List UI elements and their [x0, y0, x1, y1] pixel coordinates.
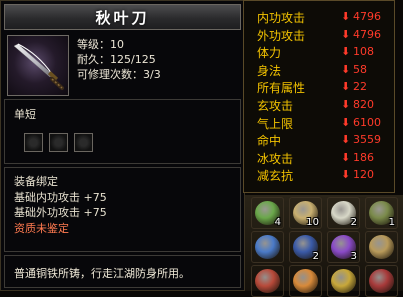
attribute-value: 6100 — [353, 115, 381, 129]
inventory-slot[interactable] — [289, 265, 322, 297]
item-description: 普通铜铁所铸，行走江湖防身所用。 — [14, 267, 190, 280]
attribute-value: 4796 — [353, 10, 381, 23]
inventory-slot[interactable]: 4 — [251, 197, 284, 229]
inventory-slot[interactable]: 3 — [327, 231, 360, 263]
golden-ring-icon — [331, 269, 356, 293]
attribute-row: 命中 ⬇ 3559 — [244, 131, 394, 148]
bonus-section: 装备绑定 基础内功攻击 +75 基础外功攻击 +75 资质未鉴定 — [4, 167, 241, 252]
attribute-name: 命中 — [257, 134, 282, 149]
down-arrow-icon: ⬇ — [341, 62, 351, 76]
bonus-outer-attack: 基础外功攻击 +75 — [14, 206, 107, 219]
attribute-value: 22 — [353, 80, 367, 94]
description-section: 普通铜铁所铸，行走江湖防身所用。 — [4, 255, 241, 288]
attribute-name: 玄攻击 — [257, 99, 294, 113]
item-count: 2 — [312, 251, 319, 262]
item-count: 4 — [274, 217, 281, 228]
item-stats: 等级：10 耐久：125/125 可修理次数：3/3 — [77, 37, 161, 82]
attribute-row: 体力 ⬇ 108 — [244, 43, 394, 60]
attribute-value: 4796 — [353, 27, 381, 41]
inventory-slot[interactable]: 2 — [327, 197, 360, 229]
attribute-compare-panel: 内功攻击 ⬇ 4796 外功攻击 ⬇ 4796 体力 ⬇ 108 身法 ⬇ 58 所有属性 ⬇ 22 玄攻击 ⬇… — [243, 0, 395, 193]
item-repair-count: 可修理次数：3/3 — [77, 68, 161, 81]
attribute-name: 外功攻击 — [257, 28, 306, 43]
gem-slot-2[interactable] — [49, 133, 68, 152]
down-arrow-icon: ⬇ — [341, 168, 351, 182]
item-count: 1 — [388, 217, 395, 228]
attribute-value: 820 — [353, 98, 374, 111]
attribute-value: 58 — [353, 62, 367, 76]
attribute-name: 内功攻击 — [257, 11, 306, 25]
tiger-icon — [293, 269, 318, 293]
bowl-icon — [369, 235, 394, 259]
inventory-panel: 4 10 2 1 2 3 — [243, 195, 403, 297]
down-arrow-icon: ⬇ — [341, 150, 351, 164]
quality-status: 资质未鉴定 — [14, 221, 69, 235]
attribute-row: 内功攻击 ⬇ 4796 — [244, 8, 394, 25]
item-name: 秋叶刀 — [95, 8, 150, 27]
down-arrow-icon: ⬇ — [341, 98, 351, 111]
attribute-name: 气上限 — [257, 116, 294, 131]
item-title-bar: 秋叶刀 — [4, 4, 241, 30]
sword-icon — [13, 43, 64, 90]
attribute-value: 186 — [353, 150, 374, 164]
inventory-slot[interactable]: 10 — [289, 197, 322, 229]
red-box-icon — [369, 269, 394, 293]
attribute-value: 3559 — [353, 133, 381, 147]
item-count: 3 — [350, 251, 357, 262]
bonus-inner-attack: 基础内功攻击 +75 — [14, 190, 107, 204]
inventory-slot[interactable] — [365, 231, 398, 263]
inventory-slot[interactable] — [365, 265, 398, 297]
attribute-name: 身法 — [257, 63, 282, 78]
weapon-type: 单短 — [14, 108, 36, 121]
weapon-type-section: 单短 — [4, 99, 241, 164]
attribute-name: 冰攻击 — [257, 151, 294, 166]
attribute-row: 玄攻击 ⬇ 820 — [244, 96, 394, 113]
attribute-row: 冰攻击 ⬇ 186 — [244, 149, 394, 166]
item-tooltip: 秋叶刀 等级：10 耐久：125/125 可修理次数：3/3 单短 装备绑定 基… — [0, 0, 245, 291]
attribute-value: 108 — [353, 45, 374, 59]
inventory-slot[interactable]: 2 — [289, 231, 322, 263]
inventory-slot[interactable] — [251, 231, 284, 263]
bind-status: 装备绑定 — [14, 175, 58, 188]
attribute-row: 外功攻击 ⬇ 4796 — [244, 26, 394, 43]
attribute-row: 所有属性 ⬇ 22 — [244, 78, 394, 95]
attribute-name: 减玄抗 — [257, 169, 294, 184]
down-arrow-icon: ⬇ — [341, 27, 351, 41]
attribute-name: 体力 — [257, 46, 282, 61]
attribute-row: 气上限 ⬇ 6100 — [244, 114, 394, 131]
gem-slot-1[interactable] — [24, 133, 43, 152]
item-durability: 耐久：125/125 — [77, 53, 156, 66]
red-charm-icon — [255, 269, 280, 293]
attribute-name: 所有属性 — [257, 81, 306, 96]
down-arrow-icon: ⬇ — [341, 45, 351, 59]
down-arrow-icon: ⬇ — [341, 80, 351, 94]
item-count: 2 — [350, 217, 357, 228]
down-arrow-icon: ⬇ — [341, 115, 351, 129]
inventory-slot[interactable] — [327, 265, 360, 297]
attribute-row: 身法 ⬇ 58 — [244, 61, 394, 78]
item-icon-frame — [7, 35, 69, 96]
gem-slot-3[interactable] — [74, 133, 93, 152]
item-level: 等级：10 — [77, 38, 124, 51]
attribute-value: 120 — [353, 168, 374, 182]
inventory-slot[interactable]: 1 — [365, 197, 398, 229]
down-arrow-icon: ⬇ — [341, 133, 351, 147]
down-arrow-icon: ⬇ — [341, 10, 351, 23]
item-count: 10 — [306, 217, 319, 228]
attribute-row: 减玄抗 ⬇ 120 — [244, 166, 394, 183]
inventory-slot[interactable] — [251, 265, 284, 297]
water-flask-icon — [255, 235, 280, 259]
